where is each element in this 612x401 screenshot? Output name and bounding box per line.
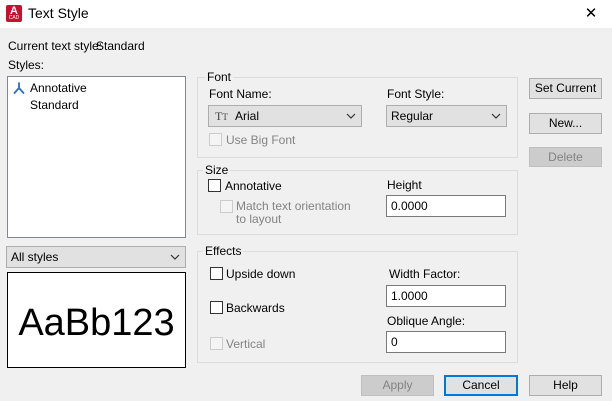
backwards-checkbox[interactable] — [210, 301, 223, 314]
size-annotative-checkbox[interactable] — [208, 179, 221, 192]
font-name-value: Arial — [235, 109, 260, 123]
height-value: 0.0000 — [391, 199, 428, 213]
height-input[interactable]: 0.0000 — [386, 195, 506, 217]
oblique-angle-value: 0 — [391, 335, 398, 349]
list-item-label: Annotative — [30, 81, 87, 95]
autocad-app-icon: A CAD — [6, 5, 22, 22]
apply-button[interactable]: Apply — [361, 375, 434, 396]
font-style-dropdown[interactable]: Regular — [386, 105, 507, 127]
font-style-label: Font Style: — [387, 87, 445, 101]
match-orientation-label-2: to layout — [236, 212, 282, 226]
current-style-value: Standard — [96, 39, 145, 53]
current-style-label: Current text style: — [8, 39, 103, 53]
match-orientation-label: Match text orientation — [236, 199, 351, 213]
styles-listbox[interactable]: Annotative Standard — [7, 76, 186, 238]
styles-filter-dropdown[interactable]: All styles — [6, 246, 186, 268]
cancel-button[interactable]: Cancel — [444, 375, 518, 396]
upside-down-label: Upside down — [226, 267, 296, 281]
oblique-angle-label: Oblique Angle: — [387, 314, 466, 328]
style-preview: AaBb123 — [7, 272, 186, 368]
chevron-down-icon — [491, 113, 501, 119]
annotative-icon — [13, 82, 25, 94]
width-factor-value: 1.0000 — [391, 289, 428, 303]
close-button[interactable]: ✕ — [570, 0, 612, 28]
list-item-standard[interactable]: Standard — [8, 97, 185, 114]
list-item-label: Standard — [30, 98, 79, 112]
styles-label: Styles: — [8, 58, 45, 72]
backwards-label: Backwards — [226, 301, 285, 315]
font-name-label: Font Name: — [209, 87, 272, 101]
oblique-angle-input[interactable]: 0 — [386, 331, 506, 353]
width-factor-input[interactable]: 1.0000 — [386, 285, 506, 307]
set-current-button[interactable]: Set Current — [529, 78, 602, 99]
use-big-font-label: Use Big Font — [226, 133, 296, 147]
use-big-font-checkbox[interactable] — [209, 133, 222, 146]
title-bar — [0, 0, 612, 28]
vertical-checkbox[interactable] — [210, 337, 223, 350]
size-group-label: Size — [203, 163, 231, 177]
font-name-dropdown[interactable]: TT Arial — [208, 105, 362, 127]
styles-filter-value: All styles — [11, 250, 59, 264]
size-annotative-label: Annotative — [225, 179, 282, 193]
width-factor-label: Width Factor: — [389, 267, 461, 281]
upside-down-checkbox[interactable] — [210, 267, 223, 280]
close-icon: ✕ — [584, 5, 598, 22]
chevron-down-icon — [170, 254, 180, 260]
height-label: Height — [387, 178, 422, 192]
delete-button[interactable]: Delete — [529, 147, 602, 167]
effects-group-label: Effects — [203, 244, 244, 258]
new-button[interactable]: New... — [529, 113, 602, 134]
help-button[interactable]: Help — [529, 375, 602, 396]
preview-text: AaBb123 — [18, 302, 175, 344]
chevron-down-icon — [346, 113, 356, 119]
vertical-label: Vertical — [226, 337, 266, 351]
font-style-value: Regular — [391, 109, 434, 123]
window-title: Text Style — [28, 5, 89, 21]
match-orientation-checkbox[interactable] — [220, 200, 233, 213]
font-group-label: Font — [205, 70, 234, 84]
list-item-annotative[interactable]: Annotative — [8, 80, 185, 97]
truetype-font-icon: TT — [215, 109, 228, 123]
